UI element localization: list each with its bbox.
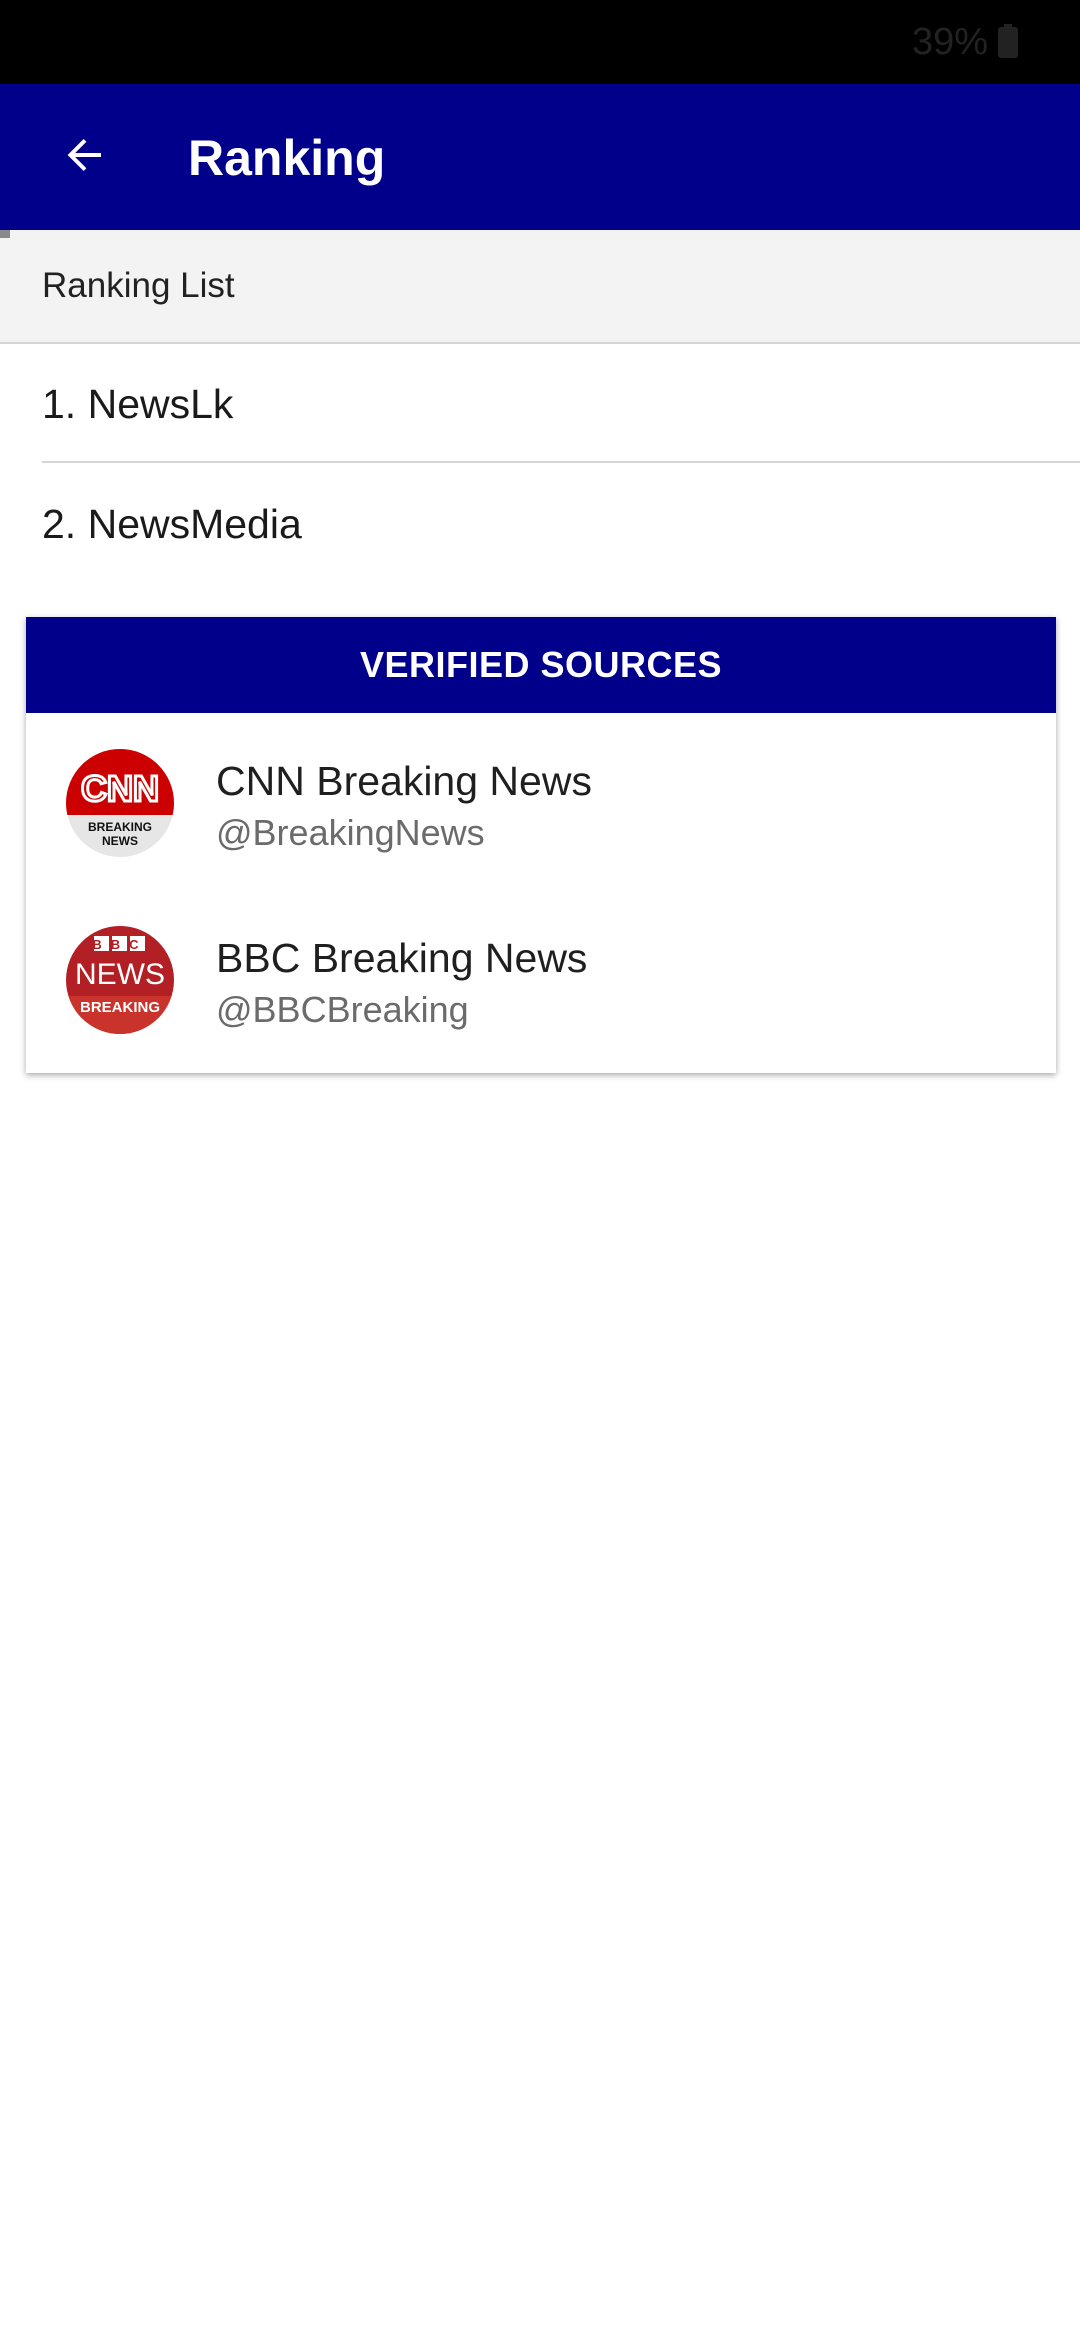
- arrow-left-icon: [61, 131, 109, 184]
- bbc-logo-mid-text: NEWS: [75, 958, 165, 991]
- cnn-logo-subtext-2: NEWS: [102, 834, 138, 848]
- cnn-logo-text: CNN: [81, 768, 159, 809]
- source-handle: @BreakingNews: [216, 812, 485, 853]
- page-title: Ranking: [188, 130, 386, 186]
- app-bar: Ranking: [0, 84, 1080, 230]
- battery-percent: 39%: [911, 21, 988, 63]
- status-bar: 39%: [0, 0, 1080, 84]
- ranking-item-newslk[interactable]: 1. NewsLk: [42, 345, 1080, 463]
- source-name: CNN Breaking News: [216, 758, 592, 804]
- verified-sources-label: VERIFIED SOURCES: [359, 644, 723, 685]
- tab-label: Ranking List: [42, 266, 235, 305]
- bbc-logo-subtext: BREAKING: [80, 999, 160, 1016]
- tab-indicator: [0, 230, 10, 238]
- tab-ranking-list[interactable]: Ranking List: [0, 230, 1080, 344]
- source-row-bbc[interactable]: BBC NEWS BREAKING BBC Breaking News @BBC…: [26, 894, 1056, 1070]
- ranking-item-newsmedia[interactable]: 2. NewsMedia: [42, 465, 1080, 583]
- battery-icon: [998, 24, 1018, 58]
- source-name: BBC Breaking News: [216, 935, 588, 981]
- back-button[interactable]: [40, 117, 130, 197]
- bbc-logo-text: BBC: [92, 937, 147, 952]
- cnn-logo-icon: CNN BREAKING NEWS: [66, 749, 174, 857]
- bbc-logo-icon: BBC NEWS BREAKING: [66, 926, 174, 1034]
- source-handle: @BBCBreaking: [216, 989, 469, 1030]
- cnn-logo-subtext-1: BREAKING: [88, 820, 152, 834]
- source-row-cnn[interactable]: CNN BREAKING NEWS CNN Breaking News @Bre…: [26, 717, 1056, 893]
- verified-sources-card: VERIFIED SOURCES CNN BREAKING NEWS CNN B…: [26, 617, 1056, 1073]
- verified-sources-button[interactable]: VERIFIED SOURCES: [26, 617, 1056, 713]
